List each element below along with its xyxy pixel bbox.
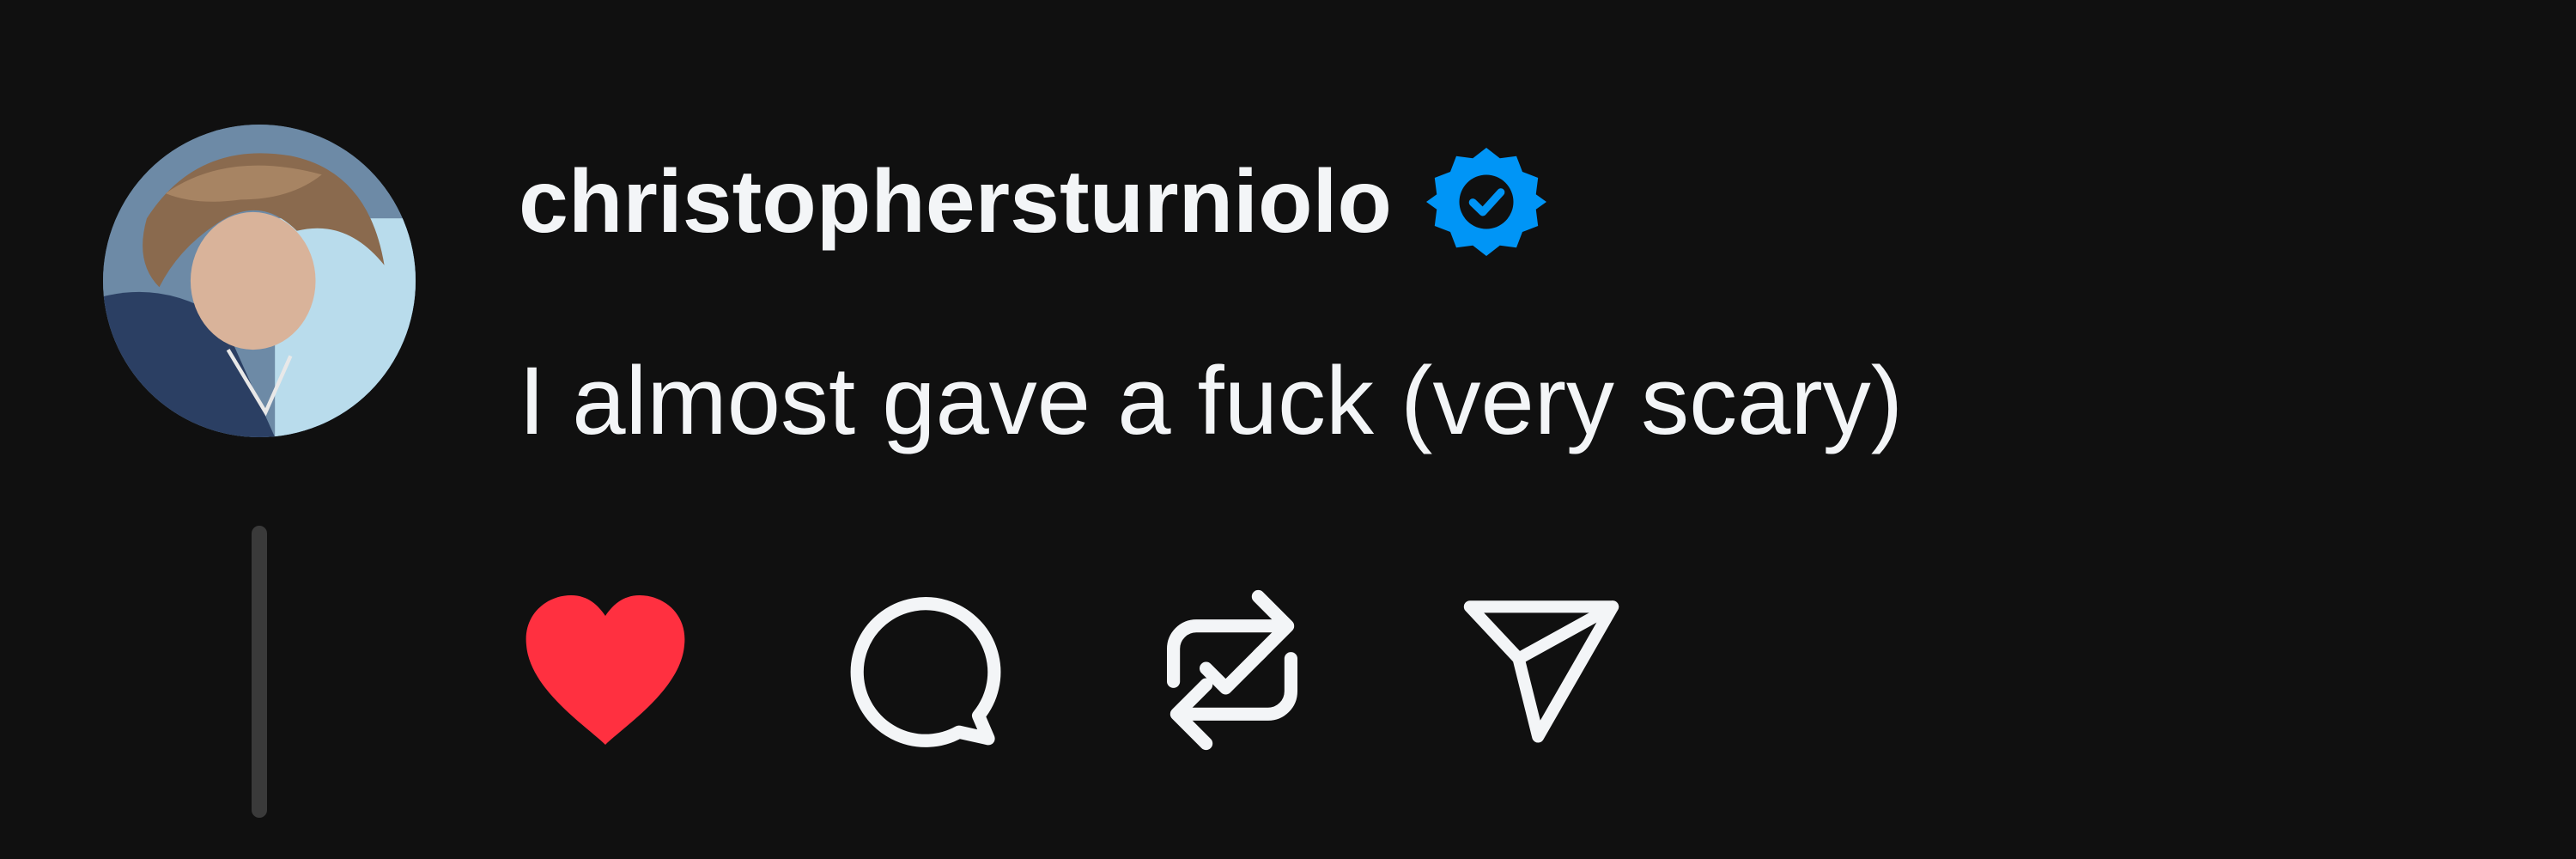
repost-button[interactable] [1142,584,1322,756]
send-paper-plane-icon [1463,600,1619,743]
repost-check-icon [1167,589,1297,751]
share-button[interactable] [1451,584,1631,756]
heart-icon [526,595,685,745]
reply-button[interactable] [833,584,1013,756]
post-text: I almost gave a fuck (very scary) [519,347,1904,454]
avatar[interactable] [103,125,416,437]
thread-post: christophersturniolo I almost gave a fuc… [0,0,2576,859]
verified-badge-icon [1425,148,1546,256]
thread-line [252,526,267,818]
profile-photo [103,125,416,437]
post-header: christophersturniolo [519,146,1546,258]
like-button[interactable] [515,584,696,756]
username[interactable]: christophersturniolo [519,157,1392,247]
comment-bubble-icon [850,597,1001,747]
action-bar [515,584,1717,756]
